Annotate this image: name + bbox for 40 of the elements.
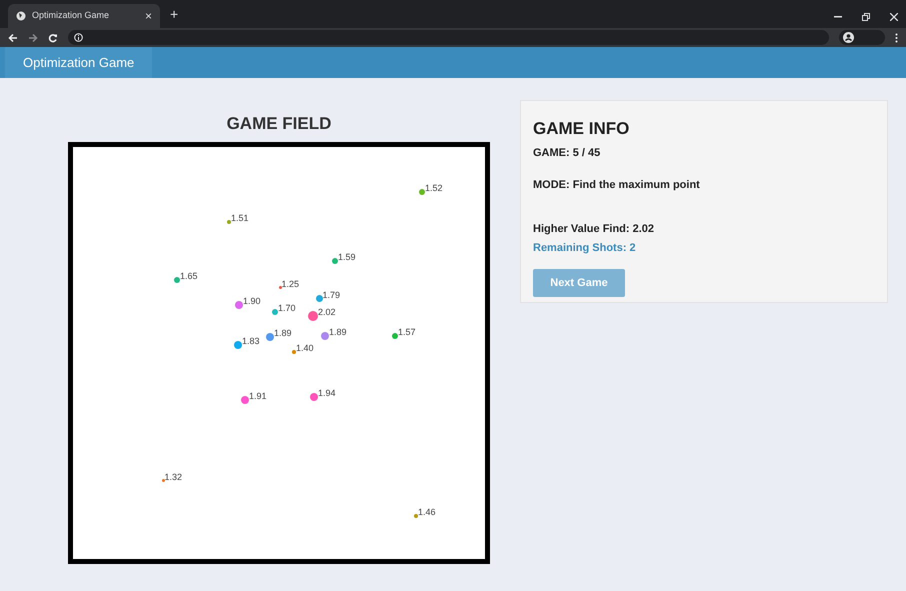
point-value: 1.90 <box>243 296 261 306</box>
point-value: 1.65 <box>180 270 198 280</box>
game-field[interactable]: 1.52 1.51 1.59 1.65 1.25 1.79 1.90 1.70 2.02 1.89 1.89 1.57 1.83 1.40 1.91 1.94 1.32 1.46 <box>68 142 490 564</box>
point-value: 1.79 <box>322 290 340 300</box>
point-value: 1.89 <box>274 328 292 338</box>
game-counter: GAME: 5 / 45 <box>533 146 602 161</box>
browser-tab[interactable]: Optimization Game × <box>8 4 160 28</box>
point-value: 1.52 <box>425 182 443 192</box>
point-value: 1.70 <box>278 302 296 312</box>
reload-icon[interactable] <box>48 32 58 42</box>
minimize-icon[interactable] <box>834 16 842 18</box>
close-icon[interactable] <box>890 13 898 21</box>
info-icon <box>74 33 83 42</box>
remaining-shots-text: Remaining Shots: 2 <box>533 240 637 256</box>
point-value: 1.51 <box>231 212 249 222</box>
point-value: 1.25 <box>282 278 300 288</box>
profile-button[interactable] <box>839 30 885 45</box>
point-value: 2.02 <box>318 306 336 316</box>
point-value: 1.59 <box>338 252 356 262</box>
back-arrow-icon[interactable] <box>8 32 18 42</box>
point-value: 1.40 <box>296 342 314 352</box>
point-value: 1.91 <box>249 390 267 400</box>
globe-icon <box>16 11 26 21</box>
point-value: 1.57 <box>398 326 416 336</box>
point-value: 1.94 <box>318 388 336 398</box>
tab-title: Optimization Game <box>32 9 110 22</box>
menu-icon[interactable] <box>895 32 898 42</box>
close-tab-button[interactable]: × <box>144 7 152 25</box>
restore-icon[interactable] <box>862 13 870 21</box>
person-icon <box>843 32 854 43</box>
forward-arrow-icon[interactable] <box>28 32 38 42</box>
new-tab-button[interactable]: + <box>170 4 178 25</box>
higher-value-text: Higher Value Find: 2.02 <box>533 222 656 237</box>
panel-title: GAME INFO <box>533 118 630 140</box>
section-title: GAME FIELD <box>226 113 332 135</box>
point-value: 1.83 <box>242 336 260 346</box>
point-value: 1.32 <box>164 472 182 482</box>
mode-text: MODE: Find the maximum point <box>533 178 701 192</box>
point-value: 1.46 <box>418 506 436 516</box>
point-value: 1.89 <box>329 326 347 336</box>
